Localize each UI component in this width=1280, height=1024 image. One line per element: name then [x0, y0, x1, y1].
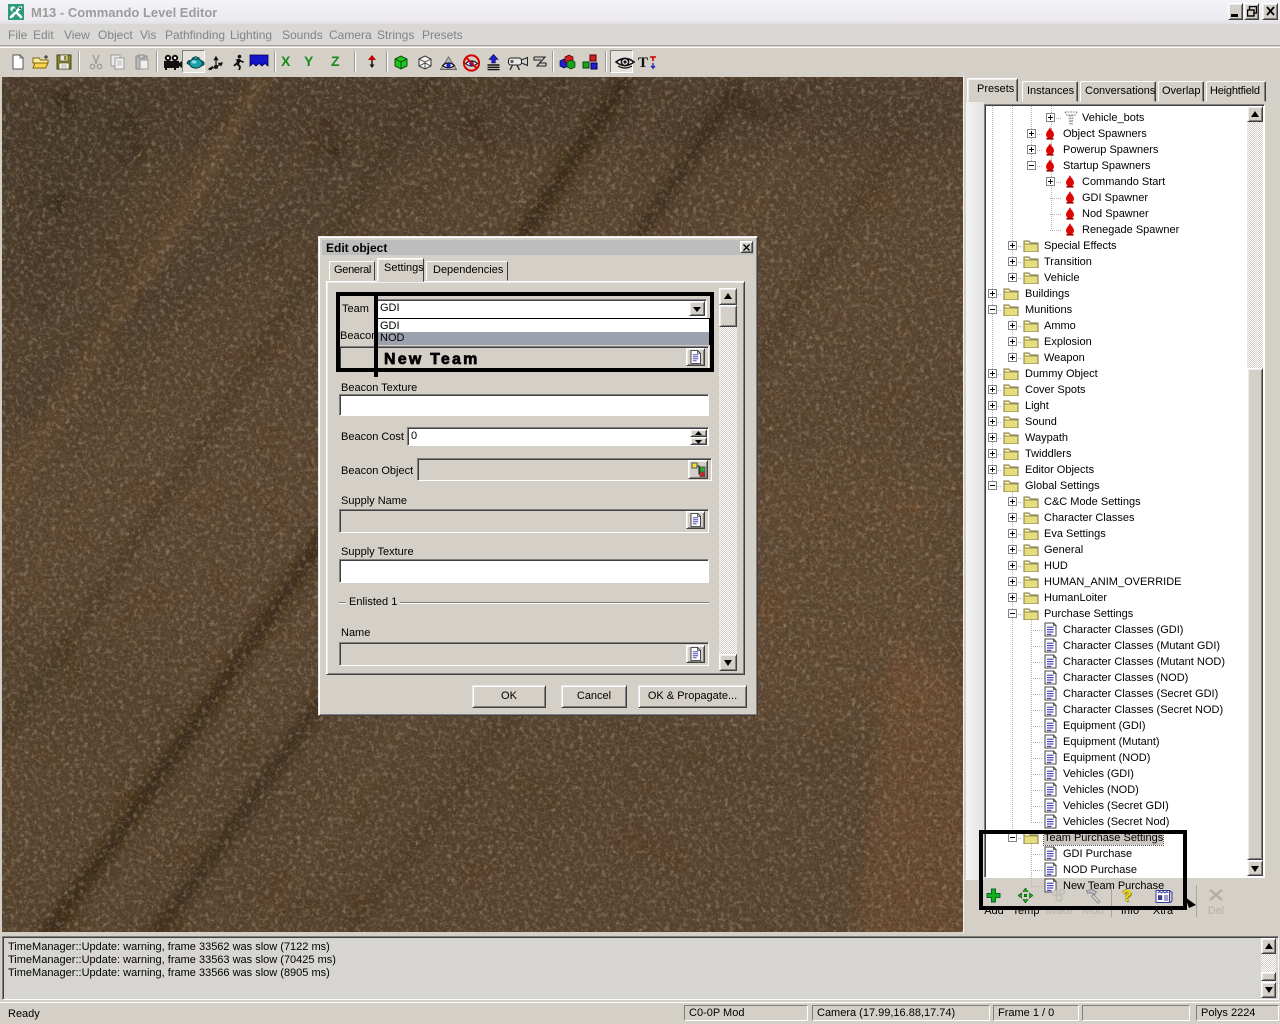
svg-text:T: T	[638, 55, 648, 70]
